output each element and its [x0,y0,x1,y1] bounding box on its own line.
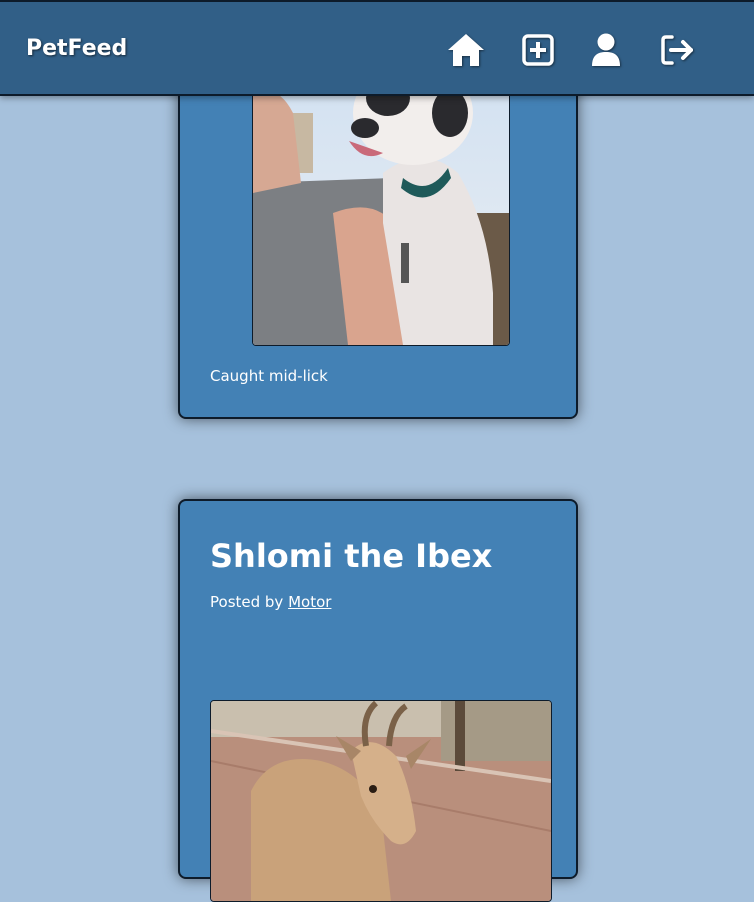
brand-logo-text[interactable]: PetFeed [26,36,127,61]
post-card: Shlomi the Ibex Posted by Motor [178,499,578,902]
home-icon[interactable] [446,30,486,70]
post-title: Shlomi the Ibex [210,537,493,575]
add-post-icon[interactable] [518,30,558,70]
post-photo-ibex [210,700,552,902]
post-caption: Caught mid-lick [210,367,328,385]
post-meta: Posted by Motor [210,593,331,611]
logout-icon[interactable] [658,30,698,70]
posted-by-label: Posted by [210,593,284,611]
profile-icon[interactable] [586,30,626,70]
author-link[interactable]: Motor [288,593,331,611]
top-navbar: PetFeed [0,0,754,96]
